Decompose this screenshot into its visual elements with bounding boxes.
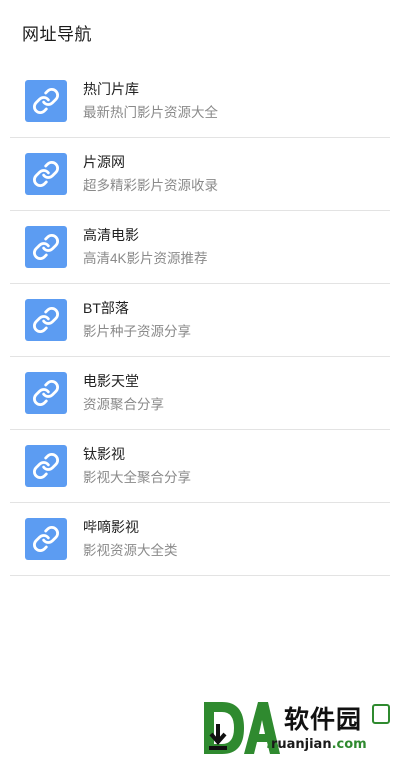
- link-list: 热门片库 最新热门影片资源大全 片源网 超多精彩影片资源收录 高清电影 高清4K…: [10, 65, 390, 576]
- list-item[interactable]: 哔嘀影视 影视资源大全类: [10, 503, 390, 576]
- item-title: 哔嘀影视: [83, 519, 139, 535]
- list-item[interactable]: BT部落 影片种子资源分享: [10, 284, 390, 357]
- link-icon: [25, 445, 67, 487]
- link-icon: [25, 299, 67, 341]
- list-item[interactable]: 热门片库 最新热门影片资源大全: [10, 65, 390, 138]
- page-title: 网址导航: [22, 25, 92, 44]
- link-icon: [25, 518, 67, 560]
- item-title: 片源网: [83, 154, 125, 170]
- list-item[interactable]: 片源网 超多精彩影片资源收录: [10, 138, 390, 211]
- item-title: 钛影视: [83, 446, 125, 462]
- item-description: 影视资源大全类: [83, 543, 178, 558]
- item-description: 影片种子资源分享: [83, 324, 191, 339]
- item-title: 热门片库: [83, 81, 139, 97]
- watermark-site-name: 软件园: [284, 705, 363, 734]
- item-title: 电影天堂: [83, 373, 139, 389]
- link-icon: [25, 372, 67, 414]
- watermark-domain: .ruanjian.com: [266, 737, 367, 752]
- item-description: 资源聚合分享: [83, 397, 164, 412]
- item-title: 高清电影: [83, 227, 139, 243]
- item-description: 超多精彩影片资源收录: [83, 178, 218, 193]
- list-item[interactable]: 电影天堂 资源聚合分享: [10, 357, 390, 430]
- item-title: BT部落: [83, 300, 129, 316]
- list-item[interactable]: 钛影视 影视大全聚合分享: [10, 430, 390, 503]
- item-description: 高清4K影片资源推荐: [83, 251, 208, 266]
- item-description: 最新热门影片资源大全: [83, 105, 218, 120]
- link-icon: [25, 226, 67, 268]
- watermark-badge-icon: [372, 704, 390, 724]
- list-item[interactable]: 高清电影 高清4K影片资源推荐: [10, 211, 390, 284]
- link-icon: [25, 80, 67, 122]
- link-icon: [25, 153, 67, 195]
- watermark: 软件园 .ruanjian.com: [200, 698, 395, 760]
- item-description: 影视大全聚合分享: [83, 470, 191, 485]
